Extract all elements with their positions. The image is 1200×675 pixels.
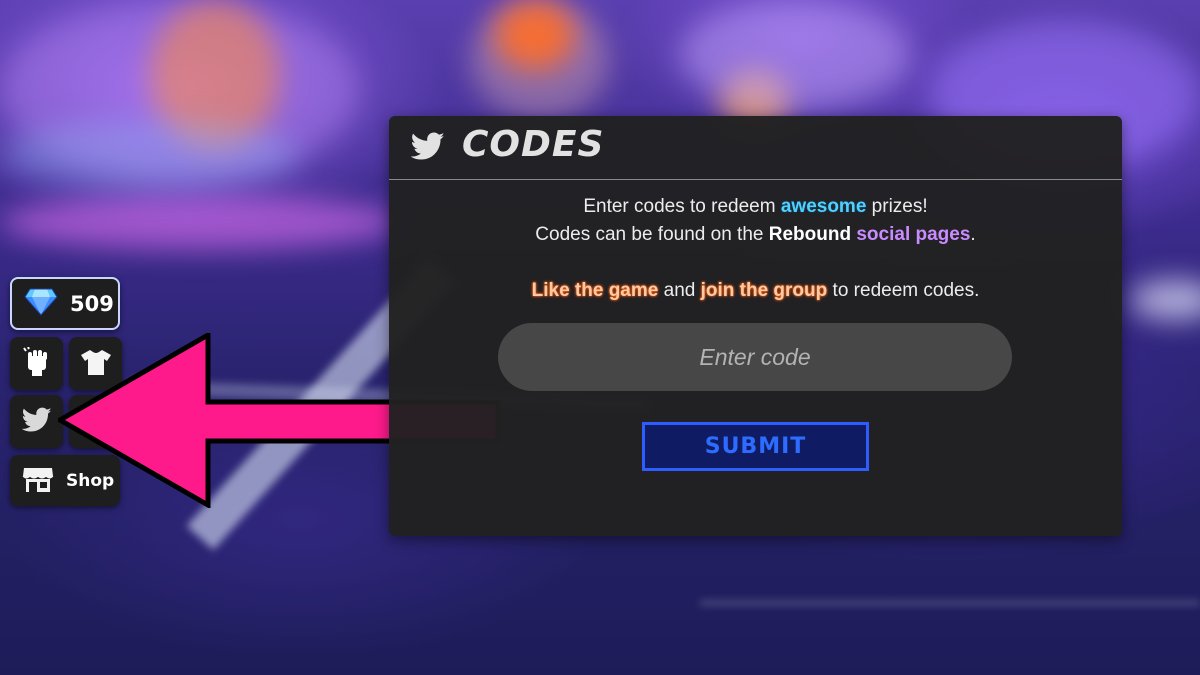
panel-title: CODES [462,124,605,165]
line3-text-end: to redeem codes. [832,280,980,301]
description-line-2: Codes can be found on the Rebound social… [389,224,1122,246]
code-input[interactable] [498,323,1012,391]
codes-panel-header: CODES [389,116,1122,180]
twitter-bird-icon [21,407,52,437]
highlight-join-the-group: join the group [700,280,828,301]
submit-button[interactable]: SUBMIT [642,422,869,471]
line3-text: and [663,280,696,301]
line2-text: Codes can be found on the [535,224,764,245]
fist-icon [22,346,51,381]
highlight-social-pages: social pages [856,224,971,245]
twitter-bird-icon [410,132,445,165]
line2-text-end: . [970,224,976,245]
codes-button[interactable] [10,395,63,448]
fist-button[interactable] [10,337,63,390]
line1-text: Enter codes to redeem [583,196,776,217]
description-line-1: Enter codes to redeem awesome prizes! [389,196,1122,218]
gems-counter[interactable]: 509 [10,277,120,330]
gems-count: 509 [70,291,114,316]
diamond-icon [24,288,58,320]
highlight-like-the-game: Like the game [531,280,659,301]
codes-panel: CODES Enter codes to redeem awesome priz… [389,116,1122,536]
line1-text-end: prizes! [871,196,928,217]
highlight-awesome: awesome [780,196,867,217]
shop-icon [22,465,54,497]
highlight-rebound: Rebound [768,224,852,245]
description-line-3: Like the game and join the group to rede… [389,280,1122,302]
